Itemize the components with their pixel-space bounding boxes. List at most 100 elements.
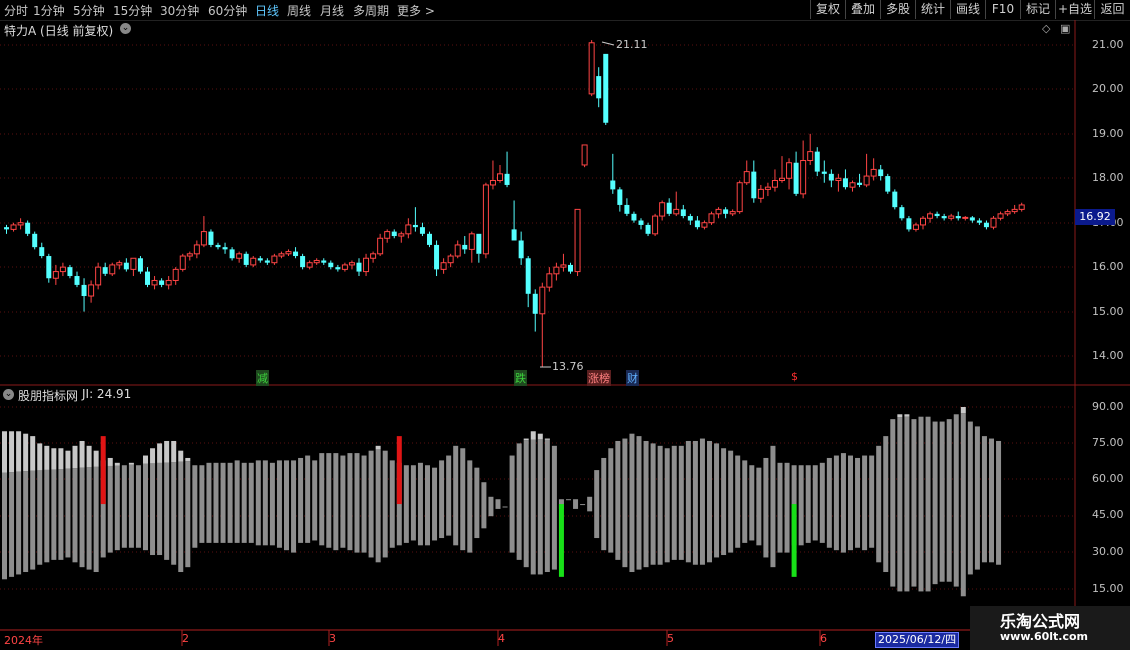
indicator-bar-upper	[51, 448, 57, 470]
candle	[370, 251, 377, 263]
indicator-bar-lower	[446, 455, 452, 536]
indicator-bar	[2, 431, 7, 580]
indicator-bar	[171, 440, 177, 565]
event-reduce-marker[interactable]: 减	[256, 370, 269, 386]
indicator-bar	[805, 465, 811, 543]
indicator-bar	[728, 450, 734, 553]
indicator-axis-label: 75.00	[1092, 436, 1124, 449]
chevron-down-icon[interactable]: ⌄	[3, 389, 14, 400]
indicator-bar-lower	[220, 462, 226, 543]
candle-body	[440, 262, 447, 270]
diamond-icon[interactable]: ◇	[1042, 22, 1050, 35]
indicator-bar	[340, 455, 346, 548]
indicator-bar-lower	[699, 438, 705, 565]
indicator-axis-label: 30.00	[1092, 545, 1124, 558]
chart-frame	[0, 20, 1130, 631]
candle-body	[990, 217, 997, 228]
indicator-bar	[65, 450, 71, 558]
kline-chart-canvas[interactable]	[0, 0, 1130, 650]
candle	[440, 258, 447, 274]
candle-body	[52, 271, 59, 279]
chevron-down-icon[interactable]: ⌄	[120, 23, 131, 34]
candle-body	[377, 237, 384, 255]
indicator-bar-lower	[432, 467, 438, 541]
candle	[1011, 204, 1018, 214]
candle-body	[328, 262, 334, 268]
candle	[123, 258, 129, 272]
indicator-bar-lower	[199, 465, 205, 543]
indicator-bar-upper	[107, 457, 113, 466]
candle-body	[821, 171, 827, 174]
candle-body	[159, 280, 165, 285]
candle	[377, 233, 384, 257]
event-finance-marker[interactable]: 财	[626, 370, 639, 386]
candle	[885, 173, 891, 194]
candle	[250, 256, 257, 268]
indicator-bar-lower	[615, 440, 621, 560]
indicator-bar-lower	[157, 462, 163, 556]
candle	[652, 213, 659, 237]
candle-body	[419, 227, 425, 234]
event-dollar-marker[interactable]: $	[790, 370, 799, 383]
candle	[179, 253, 186, 272]
indicator-bar	[474, 467, 480, 539]
indicator-bar-lower	[135, 465, 141, 548]
candle-body	[638, 220, 644, 225]
indicator-bar	[164, 440, 170, 560]
indicator-bar-lower	[664, 448, 670, 563]
candle-body	[906, 218, 912, 230]
candle-body	[497, 173, 503, 182]
indicator-bar-lower	[960, 413, 966, 597]
candle-body	[835, 177, 842, 182]
indicator-bar	[305, 455, 311, 543]
candle	[920, 216, 926, 230]
indicator-axis-label: 45.00	[1092, 508, 1124, 521]
indicator-bar-upper	[150, 448, 156, 464]
candle-body	[398, 233, 405, 237]
indicator-bar-lower	[855, 457, 861, 548]
candle	[511, 200, 517, 241]
indicator-bar-lower	[516, 443, 522, 560]
indicator-bar-lower	[248, 462, 254, 543]
event-drop-marker[interactable]: 跌	[514, 370, 527, 386]
candle-body	[807, 151, 814, 162]
candle	[264, 258, 270, 265]
indicator-bar	[9, 431, 15, 577]
candle	[59, 262, 66, 277]
indicator-bar-lower	[784, 462, 790, 553]
indicator-bar-lower	[840, 453, 846, 553]
candle-body	[186, 253, 193, 257]
indicator-bar-lower	[551, 445, 557, 570]
price-axis-label: 18.00	[1092, 171, 1124, 184]
candle	[165, 276, 172, 290]
candle-body	[434, 244, 440, 270]
indicator-bar-lower	[573, 499, 579, 509]
candle-body	[659, 202, 666, 217]
indicator-bar	[932, 421, 938, 585]
indicator-bar-lower	[756, 467, 762, 546]
indicator-bar	[544, 438, 550, 573]
candle-body	[102, 267, 108, 274]
indicator-bar-upper	[65, 450, 71, 469]
indicator-bar-lower	[728, 450, 734, 553]
indicator-bar	[79, 440, 85, 568]
indicator-bar-upper	[171, 440, 177, 463]
candle	[743, 160, 750, 185]
candle	[666, 198, 672, 217]
indicator-bar-lower	[996, 440, 1002, 565]
candle	[278, 251, 285, 259]
candle-body	[828, 173, 834, 181]
indicator-bar	[664, 448, 670, 563]
candle	[447, 253, 454, 268]
indicator-bar	[234, 460, 240, 543]
indicator-bar-lower	[425, 465, 430, 546]
indicator-bar	[798, 465, 804, 546]
indicator-bar-lower	[587, 496, 593, 512]
indicator-bar-lower	[742, 460, 748, 543]
candle	[863, 153, 870, 188]
square-icon[interactable]: ▣	[1060, 22, 1070, 35]
candle	[468, 231, 475, 263]
indicator-bar-lower	[862, 455, 868, 551]
event-rise-list-marker[interactable]: 涨榜	[587, 370, 611, 386]
candle-body	[715, 208, 722, 215]
